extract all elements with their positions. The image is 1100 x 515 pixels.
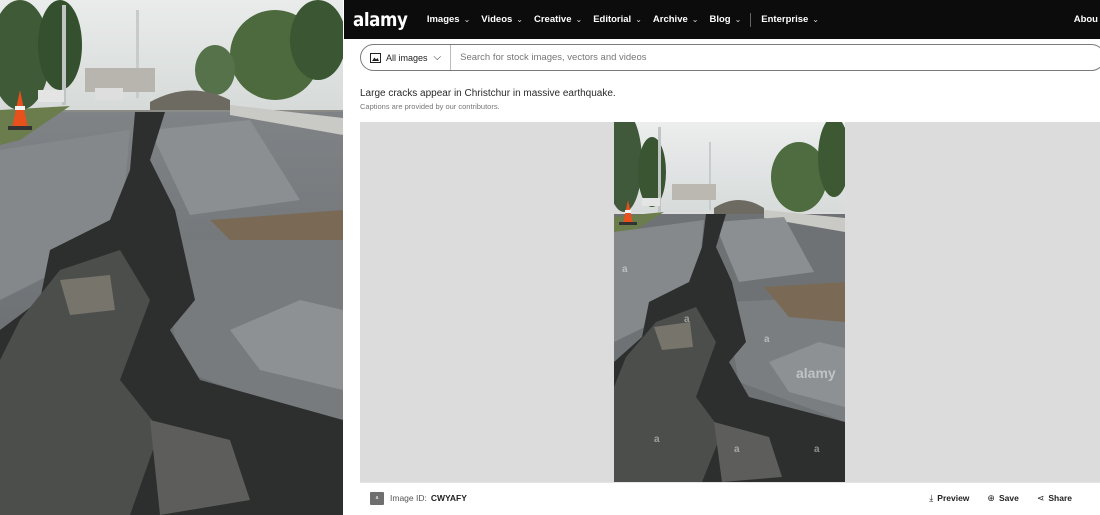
- chevron-down-icon: ⌄: [734, 15, 742, 24]
- alamy-logo[interactable]: alamy: [353, 9, 408, 31]
- nav-videos[interactable]: Videos ⌄: [481, 14, 523, 25]
- search-scope-label: All images: [386, 52, 428, 63]
- preview-button[interactable]: ⤓ Preview: [929, 493, 969, 504]
- nav-archive[interactable]: Archive ⌄: [653, 14, 699, 25]
- chevron-down-icon: ⌄: [575, 15, 583, 24]
- image-icon: [370, 52, 381, 63]
- plus-circle-icon: ⊕: [987, 492, 995, 503]
- chevron-down-icon: ⌵: [433, 52, 442, 63]
- image-caption: Large cracks appear in Christchur in mas…: [360, 88, 616, 99]
- chevron-down-icon: ⌄: [691, 15, 699, 24]
- download-icon: ⤓: [929, 492, 934, 503]
- share-button[interactable]: ⋖ Share: [1037, 493, 1072, 504]
- nav-images[interactable]: Images ⌄: [427, 14, 470, 25]
- image-id-value: CWYAFY: [430, 493, 467, 503]
- svg-text:a: a: [814, 444, 820, 455]
- image-viewer: alamy a a a a a a: [360, 122, 1100, 482]
- chevron-down-icon: ⌄: [516, 15, 523, 24]
- search-scope-dropdown[interactable]: All images ⌵: [361, 45, 452, 70]
- nav-divider: [750, 12, 752, 27]
- svg-text:a: a: [734, 444, 740, 455]
- preview-image[interactable]: alamy a a a a a a: [614, 122, 845, 482]
- chevron-down-icon: ⌄: [463, 15, 471, 24]
- share-icon: ⋖: [1036, 492, 1045, 503]
- svg-text:a: a: [654, 434, 660, 445]
- svg-text:a: a: [764, 334, 770, 345]
- save-button[interactable]: ⊕ Save: [987, 493, 1018, 504]
- nav-editorial[interactable]: Editorial ⌄: [593, 14, 642, 25]
- svg-text:a: a: [622, 264, 628, 275]
- contributor-badge: a: [370, 491, 384, 505]
- chevron-down-icon: ⌄: [635, 15, 642, 24]
- top-navigation: alamy Images ⌄ Videos ⌄ Creative ⌄ Editoria…: [344, 0, 1100, 39]
- nav-enterprise[interactable]: Enterprise ⌄: [761, 14, 819, 25]
- image-id-label: Image ID:: [390, 493, 427, 503]
- chevron-down-icon: ⌄: [812, 15, 819, 24]
- stock-image-page: alamy Images ⌄ Videos ⌄ Creative ⌄ Editoria…: [344, 0, 1100, 515]
- image-info-bar: a Image ID: CWYAFY ⤓ Preview ⊕ Save ⋖ Sh…: [360, 482, 1100, 513]
- search-input[interactable]: [451, 52, 1100, 63]
- nav-blog[interactable]: Blog ⌄: [709, 14, 741, 25]
- nav-about[interactable]: Abou: [1074, 14, 1098, 25]
- svg-text:a: a: [684, 314, 690, 325]
- earthquake-photo: [0, 0, 343, 515]
- watermark-text: alamy: [796, 365, 836, 381]
- image-actions: ⤓ Preview ⊕ Save ⋖ Share: [911, 493, 1072, 504]
- nav-creative[interactable]: Creative ⌄: [534, 14, 582, 25]
- caption-disclaimer: Captions are provided by our contributor…: [360, 102, 500, 111]
- search-bar: All images ⌵: [360, 44, 1100, 71]
